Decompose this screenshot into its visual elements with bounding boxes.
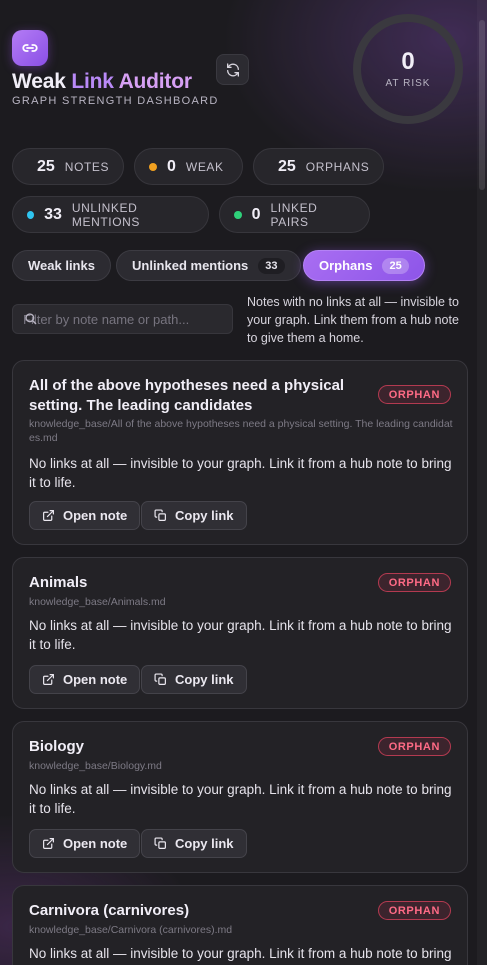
tab-unlinked-mentions[interactable]: Unlinked mentions 33 [116,250,301,281]
copy-icon [154,673,166,685]
note-path: knowledge_base/Biology.md [29,760,162,772]
link-icon [12,30,48,66]
at-risk-label: AT RISK [385,77,431,89]
search-icon [25,313,37,325]
stat-orphans: 25 ORPHANS [253,148,384,185]
refresh-icon [226,62,239,77]
note-path: knowledge_base/Carnivora (carnivores).md [29,924,233,936]
open-note-label: Open note [63,836,128,851]
filter-field[interactable] [12,304,233,334]
note-description: No links at all — invisible to your grap… [29,782,452,816]
stat-orphans-value: 25 [278,157,296,175]
note-description: No links at all — invisible to your grap… [29,946,452,961]
note-path: knowledge_base/Animals.md [29,596,166,608]
copy-link-button[interactable]: Copy link [141,665,247,694]
tab-weak-links-label: Weak links [28,258,95,273]
note-title: All of the above hypotheses need a physi… [29,377,345,414]
copy-link-button[interactable]: Copy link [141,501,247,530]
external-link-icon [43,838,54,849]
tab-unlinked-mentions-count: 33 [258,257,285,274]
copy-icon [154,837,166,849]
note-description: No links at all — invisible to your grap… [29,456,452,490]
orphan-badge: ORPHAN [377,385,451,404]
at-risk-value: 0 [401,47,415,75]
stat-linked-pairs: 0 LINKED PAIRS [219,196,370,233]
page-title: Weak Link Auditor [12,70,192,93]
scrollbar[interactable] [477,0,487,965]
refresh-button[interactable] [216,54,249,85]
stat-notes-value: 25 [37,157,55,175]
stat-linked-value: 0 [251,205,261,223]
stat-unlinked-dot [27,210,35,219]
orphan-badge: ORPHAN [377,737,451,756]
orphan-card: Biology ORPHAN knowledge_base/Biology.md… [12,721,468,873]
scrollbar-thumb[interactable] [479,20,485,190]
tab-orphans-count: 25 [382,257,409,274]
stat-linked-dot [234,210,242,219]
open-note-label: Open note [63,508,128,523]
at-risk-ring: 0 AT RISK [353,14,463,124]
note-description: No links at all — invisible to your grap… [29,618,452,652]
tab-weak-links[interactable]: Weak links [12,250,111,281]
stat-orphans-label: ORPHANS [305,159,370,174]
open-note-button[interactable]: Open note [29,501,141,530]
orphan-badge: ORPHAN [377,573,451,592]
orphan-card: All of the above hypotheses need a physi… [12,360,468,545]
stat-weak-label: WEAK [185,159,224,174]
copy-link-label: Copy link [175,672,234,687]
stat-linked-label: LINKED PAIRS [270,200,318,229]
external-link-icon [43,674,54,685]
note-title: Biology [29,738,84,755]
tab-unlinked-mentions-label: Unlinked mentions [132,258,249,273]
copy-link-button[interactable]: Copy link [141,829,247,858]
copy-link-label: Copy link [175,508,234,523]
filter-help-text: Notes with no links at all — invisible t… [247,295,459,345]
filter-input[interactable] [13,305,232,333]
orphan-badge: ORPHAN [377,901,451,920]
note-title: Carnivora (carnivores) [29,902,190,919]
page-subtitle: GRAPH STRENGTH DASHBOARD [12,95,219,107]
open-note-button[interactable]: Open note [29,829,141,858]
stat-unlinked-mentions: 33 UNLINKED MENTIONS [12,196,209,233]
tab-orphans-label: Orphans [319,258,373,273]
copy-link-label: Copy link [175,836,234,851]
stat-weak: 0 WEAK [134,148,243,185]
note-title: Animals [29,574,88,591]
stat-weak-value: 0 [167,157,176,175]
stat-weak-dot [149,162,157,171]
open-note-label: Open note [63,672,128,687]
stat-unlinked-value: 33 [44,205,62,223]
tab-orphans[interactable]: Orphans 25 [303,250,425,281]
copy-icon [154,509,166,521]
open-note-button[interactable]: Open note [29,665,141,694]
orphan-card: Animals ORPHAN knowledge_base/Animals.md… [12,557,468,709]
stat-notes: 25 NOTES [12,148,124,185]
external-link-icon [43,510,54,521]
stat-notes-label: NOTES [64,159,110,174]
orphan-card: Carnivora (carnivores) ORPHAN knowledge_… [12,885,468,965]
stat-unlinked-label: UNLINKED MENTIONS [71,200,141,229]
note-path: knowledge_base/All of the above hypothes… [29,418,453,444]
